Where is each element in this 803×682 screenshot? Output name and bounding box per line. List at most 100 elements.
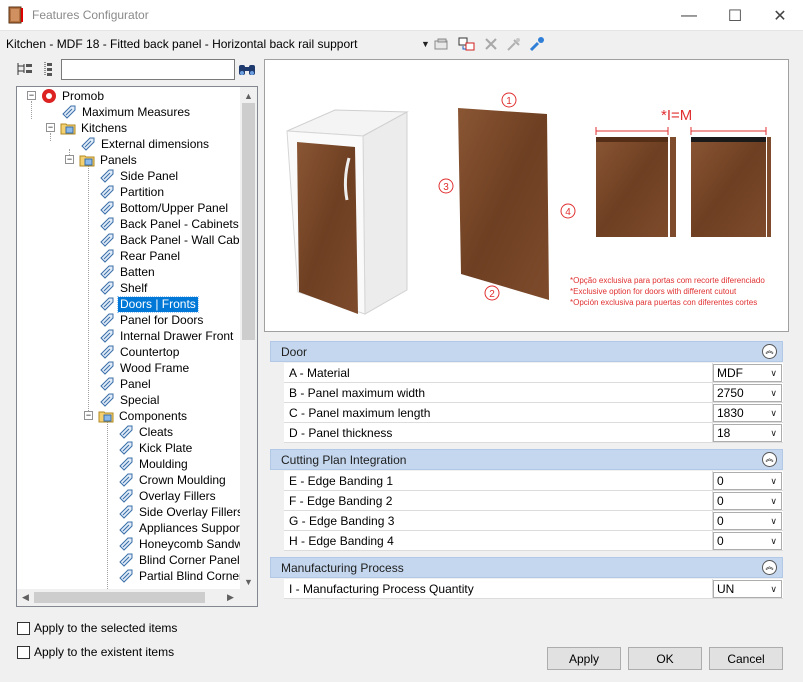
- property-value-dropdown[interactable]: 0 ∨: [713, 472, 782, 490]
- tree-item-side-panel[interactable]: Side Panel: [99, 168, 180, 184]
- scroll-up-arrow[interactable]: ▲: [240, 87, 257, 104]
- property-row-manufacturing-quantity[interactable]: I - Manufacturing Process Quantity UN ∨: [284, 579, 783, 599]
- delete-icon[interactable]: [482, 36, 500, 52]
- chevron-down-icon[interactable]: ∨: [770, 496, 777, 507]
- chevron-down-icon[interactable]: ∨: [770, 388, 777, 399]
- maximize-button[interactable]: ☐: [712, 0, 758, 31]
- tree-vertical-scrollbar[interactable]: ▲ ▼: [240, 87, 257, 590]
- chevron-down-icon[interactable]: ∨: [770, 368, 777, 379]
- collapse-section-icon[interactable]: ︽: [762, 560, 777, 575]
- tree-item-appliances-support[interactable]: Appliances Support: [118, 520, 245, 536]
- property-row-panel-max-width[interactable]: B - Panel maximum width 2750 ∨: [284, 383, 783, 403]
- property-row-edge-banding-4[interactable]: H - Edge Banding 4 0 ∨: [284, 531, 783, 551]
- tree-item-back-panel-wall-cabinets[interactable]: Back Panel - Wall Cabine: [99, 232, 257, 248]
- apply-selected-checkbox[interactable]: [17, 622, 30, 635]
- chevron-down-icon[interactable]: ∨: [770, 536, 777, 547]
- tree-item-partition[interactable]: Partition: [99, 184, 166, 200]
- apply-selected-label: Apply to the selected items: [34, 621, 178, 635]
- horizontal-scroll-thumb[interactable]: [34, 592, 205, 603]
- tree-expander[interactable]: −: [46, 123, 55, 132]
- section-manufacturing-process[interactable]: Manufacturing Process ︽: [270, 557, 783, 578]
- property-value-dropdown[interactable]: 18 ∨: [713, 424, 782, 442]
- property-value-dropdown[interactable]: 2750 ∨: [713, 384, 782, 402]
- expand-tree-icon[interactable]: [16, 61, 34, 77]
- collapse-tree-icon[interactable]: [41, 61, 55, 77]
- note-en: *Exclusive option for doors with differe…: [570, 287, 737, 296]
- chevron-down-icon[interactable]: ∨: [770, 428, 777, 439]
- collapse-section-icon[interactable]: ︽: [762, 344, 777, 359]
- property-row-edge-banding-1[interactable]: E - Edge Banding 1 0 ∨: [284, 471, 783, 491]
- close-button[interactable]: ✕: [757, 0, 803, 31]
- tree-item-bottom-upper-panel[interactable]: Bottom/Upper Panel: [99, 200, 230, 216]
- tree-item-internal-drawer-front[interactable]: Internal Drawer Front: [99, 328, 235, 344]
- tree-expander[interactable]: −: [84, 411, 93, 420]
- tree-item-kitchens[interactable]: − Kitchens: [44, 120, 129, 136]
- tree-item-partial-blind-corner-panel[interactable]: Partial Blind Corner P: [118, 568, 256, 584]
- feature-tree[interactable]: − Promob Maximum Measures − Kitchens Ext…: [16, 86, 258, 607]
- pick-icon[interactable]: [505, 36, 523, 52]
- tree-item-blind-corner-panel[interactable]: Blind Corner Panel: [118, 552, 242, 568]
- property-value-dropdown[interactable]: 0 ∨: [713, 492, 782, 510]
- collapse-section-icon[interactable]: ︽: [762, 452, 777, 467]
- property-row-panel-max-length[interactable]: C - Panel maximum length 1830 ∨: [284, 403, 783, 423]
- property-row-material[interactable]: A - Material MDF ∨: [284, 363, 783, 383]
- eyedropper-icon[interactable]: [528, 36, 546, 52]
- vertical-scroll-thumb[interactable]: [242, 103, 255, 340]
- scroll-down-arrow[interactable]: ▼: [240, 573, 257, 590]
- tree-horizontal-scrollbar[interactable]: ◀ ▶: [17, 589, 257, 606]
- tree-expander[interactable]: −: [27, 91, 36, 100]
- configuration-path: Kitchen - MDF 18 - Fitted back panel - H…: [6, 37, 358, 51]
- property-value-dropdown[interactable]: UN ∨: [713, 580, 782, 598]
- tree-item-external-dimensions[interactable]: External dimensions: [80, 136, 211, 152]
- tree-search-input[interactable]: [61, 59, 235, 80]
- property-value-dropdown[interactable]: 1830 ∨: [713, 404, 782, 422]
- tree-expander[interactable]: −: [65, 155, 74, 164]
- tree-item-kick-plate[interactable]: Kick Plate: [118, 440, 194, 456]
- tree-item-panels[interactable]: − Panels: [63, 152, 139, 168]
- tree-item-promob[interactable]: − Promob: [25, 88, 106, 104]
- apply-button[interactable]: Apply: [547, 647, 621, 670]
- scroll-left-arrow[interactable]: ◀: [17, 589, 34, 606]
- ok-button[interactable]: OK: [628, 647, 702, 670]
- tree-item-cleats[interactable]: Cleats: [118, 424, 175, 440]
- paste-config-icon[interactable]: [458, 36, 476, 52]
- tree-item-wood-frame[interactable]: Wood Frame: [99, 360, 191, 376]
- tree-item-honeycomb-sandwich[interactable]: Honeycomb Sandwic: [118, 536, 254, 552]
- section-door[interactable]: Door ︽: [270, 341, 783, 362]
- property-row-edge-banding-3[interactable]: G - Edge Banding 3 0 ∨: [284, 511, 783, 531]
- binoculars-search-icon[interactable]: [237, 61, 257, 78]
- tree-item-countertop[interactable]: Countertop: [99, 344, 181, 360]
- chevron-down-icon[interactable]: ∨: [770, 476, 777, 487]
- tree-item-special[interactable]: Special: [99, 392, 161, 408]
- tree-item-panel[interactable]: Panel: [99, 376, 153, 392]
- tree-item-batten[interactable]: Batten: [99, 264, 157, 280]
- tree-item-maximum-measures[interactable]: Maximum Measures: [61, 104, 192, 120]
- tree-item-side-overlay-fillers[interactable]: Side Overlay Fillers: [118, 504, 245, 520]
- tree-item-components[interactable]: − Components: [82, 408, 189, 424]
- minimize-button[interactable]: —: [666, 0, 712, 31]
- property-row-panel-thickness[interactable]: D - Panel thickness 18 ∨: [284, 423, 783, 443]
- tree-item-panel-for-doors[interactable]: Panel for Doors: [99, 312, 205, 328]
- section-cutting-plan-integration[interactable]: Cutting Plan Integration ︽: [270, 449, 783, 470]
- scroll-right-arrow[interactable]: ▶: [222, 589, 239, 606]
- cancel-button[interactable]: Cancel: [709, 647, 783, 670]
- tree-item-moulding[interactable]: Moulding: [118, 456, 190, 472]
- apply-existent-checkbox[interactable]: [17, 646, 30, 659]
- chevron-down-icon[interactable]: ∨: [770, 408, 777, 419]
- configuration-path-bar[interactable]: Kitchen - MDF 18 - Fitted back panel - H…: [0, 31, 803, 57]
- property-value-dropdown[interactable]: MDF ∨: [713, 364, 782, 382]
- tree-item-doors-fronts[interactable]: Doors | Fronts: [99, 295, 199, 313]
- tree-item-overlay-fillers[interactable]: Overlay Fillers: [118, 488, 218, 504]
- path-dropdown-icon[interactable]: ▼: [421, 39, 430, 49]
- tree-item-shelf[interactable]: Shelf: [99, 280, 149, 296]
- property-value-dropdown[interactable]: 0 ∨: [713, 512, 782, 530]
- tree-item-rear-panel[interactable]: Rear Panel: [99, 248, 182, 264]
- chevron-down-icon[interactable]: ∨: [770, 584, 777, 595]
- property-row-edge-banding-2[interactable]: F - Edge Banding 2 0 ∨: [284, 491, 783, 511]
- chevron-down-icon[interactable]: ∨: [770, 516, 777, 527]
- tree-item-back-panel-cabinets[interactable]: Back Panel - Cabinets: [99, 216, 241, 232]
- property-label: I - Manufacturing Process Quantity: [289, 582, 474, 596]
- tree-item-crown-moulding[interactable]: Crown Moulding: [118, 472, 228, 488]
- property-value-dropdown[interactable]: 0 ∨: [713, 532, 782, 550]
- copy-config-icon[interactable]: [433, 36, 451, 52]
